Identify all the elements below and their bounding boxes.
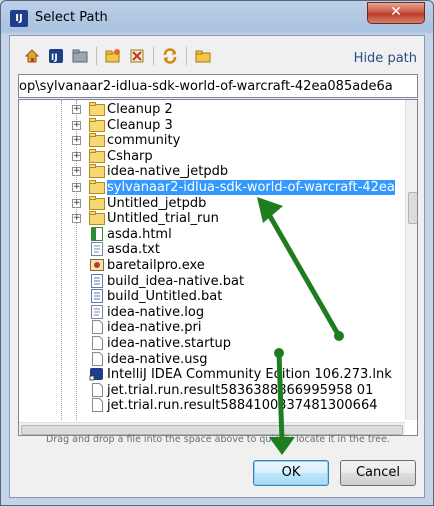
tree-file-row[interactable]: build_Untitled.bat (19, 289, 405, 304)
tree-item-label: asda.txt (107, 242, 160, 258)
tree-item-label: Cleanup 2 (107, 102, 173, 117)
tree-item-label: idea-native.log (107, 304, 205, 320)
path-field[interactable] (18, 74, 418, 98)
toolbar-separator (96, 47, 97, 65)
tree-folder-row[interactable]: + sylvanaar2-idlua-sdk-world-of-warcraft-… (19, 180, 405, 195)
folder-icon (89, 148, 105, 163)
tree-file-row[interactable]: idea-native.pri (19, 320, 405, 335)
svg-text:IJ: IJ (51, 53, 58, 63)
tree-item-label: sylvanaar2-idlua-sdk-world-of-warcraft-4… (107, 180, 395, 195)
folder-icon (89, 211, 105, 226)
folder-icon (89, 164, 105, 179)
tree-item-label: jet.trial.run.result5836388866995958 01 (107, 382, 374, 398)
file-icon (89, 382, 105, 397)
tree-item-label: asda.html (107, 226, 172, 242)
expand-icon[interactable]: + (72, 167, 81, 177)
tree-item-label: idea-native.pri (107, 320, 202, 336)
expand-icon[interactable]: + (72, 198, 81, 208)
folder-icon (89, 102, 105, 116)
ok-button[interactable]: OK (253, 460, 329, 486)
intellij-app-icon: IJ (10, 10, 28, 27)
tree-folder-row[interactable]: + Untitled_jetpdb (19, 195, 405, 211)
tree-folder-row[interactable]: + idea-native_jetpdb (19, 164, 405, 179)
tree-item-label: baretailpro.exe (107, 258, 205, 273)
tree-item-label: Cleanup 3 (107, 117, 173, 133)
close-icon: ✕ (390, 4, 402, 20)
drag-drop-hint: Drag and drop a file into the space abov… (46, 434, 390, 445)
toolbar-separator (153, 47, 154, 65)
expand-icon[interactable]: + (72, 151, 81, 161)
module-icon[interactable] (70, 46, 90, 66)
close-button[interactable]: ✕ (367, 2, 425, 24)
toolbar: IJ (22, 46, 217, 66)
tree-file-row[interactable]: jet.trial.run.result5884100337481300664 (19, 398, 405, 413)
bat-icon (89, 289, 105, 304)
file-icon (89, 320, 105, 335)
tree-item-label: Csharp (107, 148, 153, 164)
tree-file-row[interactable]: asda.txt (19, 242, 405, 257)
tree-item-label: IntelliJ IDEA Community Edition 106.273.… (107, 367, 392, 383)
delete-icon[interactable] (127, 46, 147, 66)
tree-item-label: idea-native_jetpdb (107, 164, 229, 180)
expand-icon[interactable]: + (72, 105, 81, 114)
show-hidden-icon[interactable] (193, 46, 213, 66)
file-icon (89, 336, 105, 350)
tree-item-label: build_Untitled.bat (107, 289, 223, 305)
tree-file-row[interactable]: jet.trial.run.result5836388866995958 01 (19, 382, 405, 398)
dialog-client-area: IJ Hide path +Clea (9, 35, 425, 498)
vertical-scroll-thumb[interactable] (408, 192, 417, 224)
tree-folder-row[interactable]: + Csharp (19, 148, 405, 164)
bat-icon (89, 273, 105, 288)
file-tree[interactable]: + Cleanup 2 + Cleanup 3 + community + Csharp + id… (18, 99, 418, 436)
path-input[interactable] (19, 75, 417, 97)
vertical-scrollbar[interactable] (405, 100, 417, 420)
tree-folder-row[interactable]: + Cleanup 2 (19, 102, 405, 117)
tree-file-row[interactable]: asda.html (19, 226, 405, 242)
tree-file-row[interactable]: baretailpro.exe (19, 258, 405, 273)
lnk-icon (89, 367, 105, 381)
file-icon (89, 398, 105, 413)
refresh-icon[interactable] (160, 46, 180, 66)
tree-item-label: Untitled_jetpdb (107, 195, 207, 211)
tree-item-label: idea-native.usg (107, 351, 208, 367)
window-title: Select Path (35, 10, 108, 25)
project-icon[interactable]: IJ (46, 46, 66, 66)
tree-file-row[interactable]: idea-native.log (19, 304, 405, 320)
folder-icon (89, 195, 105, 210)
tree-folder-row[interactable]: + community (19, 133, 405, 148)
text-icon (89, 242, 105, 257)
tree-item-label: Untitled_trial_run (107, 211, 219, 227)
cancel-button[interactable]: Cancel (340, 460, 416, 486)
tree-file-row[interactable]: IntelliJ IDEA Community Edition 106.273.… (19, 367, 405, 382)
title-bar[interactable]: IJ Select Path ✕ (1, 1, 433, 35)
home-icon[interactable] (22, 46, 42, 66)
expand-icon[interactable]: + (72, 183, 81, 192)
text-icon (89, 304, 105, 319)
tree-folder-row[interactable]: + Untitled_trial_run (19, 211, 405, 226)
tree-file-row[interactable]: idea-native.usg (19, 351, 405, 367)
tree-item-label: idea-native.startup (107, 336, 232, 351)
tree-item-label: community (107, 133, 181, 149)
tree-file-row[interactable]: build_idea-native.bat (19, 273, 405, 289)
folder-icon (89, 133, 105, 148)
tree-item-label: build_idea-native.bat (107, 273, 245, 289)
hide-path-link[interactable]: Hide path (354, 51, 417, 66)
expand-icon[interactable]: + (72, 136, 81, 146)
tree-folder-row[interactable]: + Cleanup 3 (19, 117, 405, 133)
toolbar-separator (186, 47, 187, 65)
tree-item-label: jet.trial.run.result5884100337481300664 (107, 398, 378, 414)
file-icon (89, 351, 105, 366)
new-folder-icon[interactable] (103, 46, 123, 66)
tree-file-row[interactable]: idea-native.startup (19, 336, 405, 351)
expand-icon[interactable]: + (72, 120, 81, 130)
html-icon (89, 226, 105, 241)
folder-icon (89, 117, 105, 132)
folder-icon (89, 180, 105, 194)
select-path-dialog: IJ Select Path ✕ IJ Hide path op\sylvana… (0, 0, 434, 506)
expand-icon[interactable]: + (72, 214, 81, 224)
exe-icon (89, 258, 105, 272)
